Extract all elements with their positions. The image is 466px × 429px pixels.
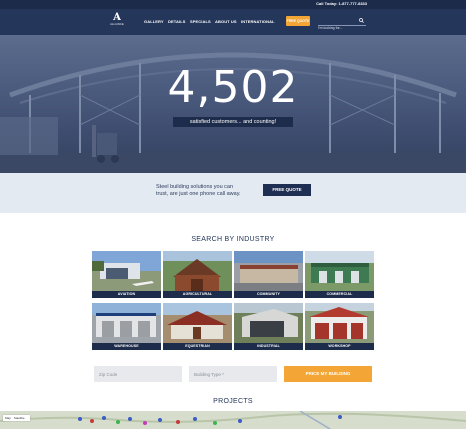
industry-tile-commercial[interactable]: COMMERCIAL [305,251,374,298]
search-icon[interactable] [359,18,364,23]
industry-tile-agricultural[interactable]: AGRICULTURAL [163,251,232,298]
hero-banner: 4,502 satisfied customers... and countin… [0,35,466,173]
logo-mark: A [113,12,121,23]
main-navigation: A ALLIANCE GALLERY DETAILS SPECIALS ABOU… [0,9,466,35]
map-view-option[interactable]: Map [5,416,11,420]
industry-tile-equestrian[interactable]: EQUESTRIAN [163,303,232,350]
quote-callout: Steel building solutions you can trust, … [0,173,466,213]
industry-tile-aviation[interactable]: AVIATION [92,251,161,298]
projects-section-title: PROJECTS [213,398,253,405]
industry-tile-workshop[interactable]: WORKSHOP [305,303,374,350]
satellite-view-option[interactable]: Satellite [14,416,25,420]
building-type-select[interactable] [189,366,277,382]
map-tiles [0,411,466,429]
tile-label: AGRICULTURAL [163,291,232,298]
tile-label: WORKSHOP [305,343,374,350]
tile-label: COMMUNITY [234,291,303,298]
tile-label: EQUESTRIAN [163,343,232,350]
tile-label: COMMERCIAL [305,291,374,298]
callout-message: Steel building solutions you can trust, … [156,184,260,198]
nav-details[interactable]: DETAILS [168,19,186,24]
nav-free-quote-button[interactable]: FREE QUOTE [286,16,310,26]
tile-label: WAREHOUSE [92,343,161,350]
nav-international[interactable]: INTERNATIONAL [241,19,275,24]
price-my-building-button[interactable]: PRICE MY BUILDING [284,366,372,382]
callout-line-2: trust, are just one phone call away. [156,191,241,197]
customer-count: 4,502 [167,62,299,113]
search-input[interactable] [318,23,356,33]
company-logo[interactable]: A ALLIANCE [110,13,124,30]
hero-tagline: satisfied customers... and counting! [173,117,293,127]
industry-tile-industrial[interactable]: INDUSTRIAL [234,303,303,350]
phone-number[interactable]: Call Today: 1-877-777-8333 [316,1,367,6]
industry-tile-community[interactable]: COMMUNITY [234,251,303,298]
map-type-toggle[interactable]: Map Satellite [3,415,30,421]
site-search [318,16,366,33]
industry-section-title: SEARCH BY INDUSTRY [191,236,275,243]
industry-tile-warehouse[interactable]: WAREHOUSE [92,303,161,350]
zip-code-input[interactable] [94,366,182,382]
nav-about-us[interactable]: ABOUT US [215,19,237,24]
logo-wordmark: ALLIANCE [110,23,124,26]
nav-gallery[interactable]: GALLERY [144,19,164,24]
callout-free-quote-button[interactable]: FREE QUOTE [263,184,311,196]
projects-map[interactable]: Map Satellite [0,411,466,429]
utility-bar: Call Today: 1-877-777-8333 [0,0,466,9]
nav-specials[interactable]: SPECIALS [190,19,211,24]
callout-line-1: Steel building solutions you can [156,184,234,190]
tile-label: INDUSTRIAL [234,343,303,350]
tile-label: AVIATION [92,291,161,298]
